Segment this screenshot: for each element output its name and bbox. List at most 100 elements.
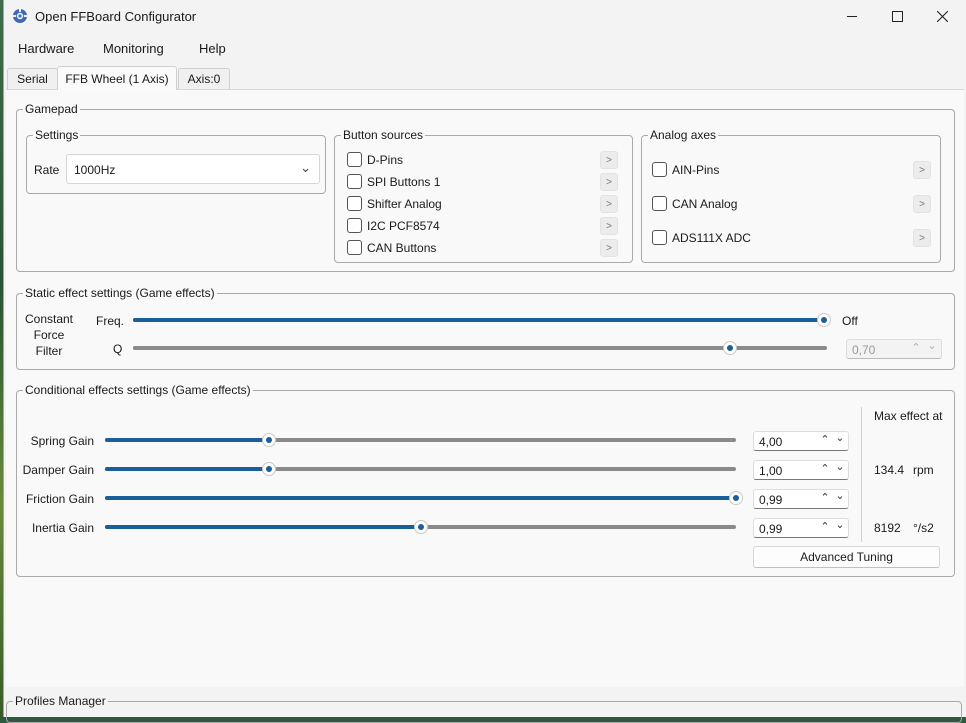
rate-select-value: 1000Hz xyxy=(74,163,116,177)
spring-gain-slider[interactable] xyxy=(105,433,736,447)
damper-gain-label: Damper Gain xyxy=(22,463,94,477)
d-pins-checkbox[interactable] xyxy=(347,152,362,167)
ain-pins-config-button[interactable]: > xyxy=(913,161,931,179)
friction-gain-value: 0,99 xyxy=(759,493,783,507)
minimize-icon xyxy=(847,16,857,17)
ads111x-adc-label: ADS111X ADC xyxy=(672,231,751,245)
spi-buttons-config-button[interactable]: > xyxy=(600,173,618,191)
damper-max-value: 134.4 xyxy=(874,463,905,477)
analog-axes-group: Analog axes AIN-Pins > CAN Analog > ADS1… xyxy=(641,128,941,263)
spin-up-icon[interactable]: ⌃ xyxy=(909,341,923,354)
advanced-tuning-button[interactable]: Advanced Tuning xyxy=(753,546,940,568)
menu-monitoring[interactable]: Monitoring xyxy=(103,41,164,56)
freq-slider-handle[interactable] xyxy=(817,313,831,327)
damper-gain-value: 1,00 xyxy=(759,464,783,478)
conditional-effects-group: Conditional effects settings (Game effec… xyxy=(16,383,955,577)
friction-gain-slider-handle[interactable] xyxy=(729,491,743,505)
spring-gain-slider-fill xyxy=(105,438,270,442)
can-buttons-config-button[interactable]: > xyxy=(600,239,618,257)
friction-gain-label: Friction Gain xyxy=(25,492,94,506)
static-effects-group: Static effect settings (Game effects) Co… xyxy=(16,286,955,370)
minimize-button[interactable] xyxy=(829,0,875,33)
inertia-gain-label: Inertia Gain xyxy=(31,521,94,535)
title-bar: Open FFBoard Configurator xyxy=(4,0,966,33)
q-spinbox[interactable]: 0,70 ⌃ ⌄ xyxy=(846,339,942,359)
tab-bar: Serial FFB Wheel (1 Axis) Axis:0 xyxy=(4,66,966,90)
freq-value-text: Off xyxy=(842,314,858,328)
spring-gain-value: 4,00 xyxy=(759,435,783,449)
menu-help[interactable]: Help xyxy=(199,41,226,56)
rate-select[interactable]: 1000Hz ⌄ xyxy=(66,154,320,184)
spin-down-icon[interactable]: ⌄ xyxy=(833,518,847,531)
constant-label: Constant xyxy=(24,312,74,326)
can-analog-label: CAN Analog xyxy=(672,197,738,211)
friction-gain-spinbox[interactable]: 0,99 ⌃ ⌄ xyxy=(753,489,849,509)
spi-buttons-checkbox[interactable] xyxy=(347,174,362,189)
can-buttons-label: CAN Buttons xyxy=(367,241,437,255)
maximize-button[interactable] xyxy=(874,0,920,33)
ads111x-adc-checkbox[interactable] xyxy=(652,230,667,245)
chevron-down-icon: ⌄ xyxy=(300,160,311,175)
spin-down-icon[interactable]: ⌄ xyxy=(833,431,847,444)
force-label: Force xyxy=(33,328,65,342)
i2c-pcf8574-checkbox[interactable] xyxy=(347,218,362,233)
settings-group: Settings Rate 1000Hz ⌄ xyxy=(26,128,326,194)
spring-gain-spinbox[interactable]: 4,00 ⌃ ⌄ xyxy=(753,431,849,451)
close-button[interactable] xyxy=(919,0,965,33)
inertia-max-value: 8192 xyxy=(874,521,901,535)
profiles-area: Profiles Manager xyxy=(4,687,964,723)
window-title: Open FFBoard Configurator xyxy=(35,9,197,24)
analog-axes-group-title: Analog axes xyxy=(648,128,719,142)
q-spinbox-value: 0,70 xyxy=(852,343,876,357)
damper-gain-spinbox[interactable]: 1,00 ⌃ ⌄ xyxy=(753,460,849,480)
q-slider[interactable] xyxy=(133,341,827,355)
spin-down-icon[interactable]: ⌄ xyxy=(833,489,847,502)
damper-gain-slider-fill xyxy=(105,467,270,471)
damper-gain-slider-handle[interactable] xyxy=(262,462,277,476)
can-buttons-checkbox[interactable] xyxy=(347,240,362,255)
profiles-manager-title: Profiles Manager xyxy=(13,694,108,708)
damper-gain-slider[interactable] xyxy=(105,462,736,476)
shifter-analog-checkbox[interactable] xyxy=(347,196,362,211)
inertia-max-unit: °/s2 xyxy=(913,521,934,535)
i2c-pcf8574-config-button[interactable]: > xyxy=(600,217,618,235)
d-pins-config-button[interactable]: > xyxy=(600,151,618,169)
friction-gain-slider-fill xyxy=(105,496,736,500)
app-logo-icon xyxy=(12,8,28,23)
spring-gain-label: Spring Gain xyxy=(30,434,94,448)
spin-up-icon[interactable]: ⌃ xyxy=(818,520,832,533)
filter-label: Filter xyxy=(35,344,63,358)
d-pins-label: D-Pins xyxy=(367,153,404,167)
spin-up-icon[interactable]: ⌃ xyxy=(818,433,832,446)
tab-serial[interactable]: Serial xyxy=(7,68,58,89)
maximize-icon xyxy=(891,11,903,22)
tab-ffb-wheel[interactable]: FFB Wheel (1 Axis) xyxy=(57,66,177,90)
menu-hardware[interactable]: Hardware xyxy=(18,41,74,56)
q-slider-handle[interactable] xyxy=(722,341,737,355)
ain-pins-checkbox[interactable] xyxy=(652,162,667,177)
freq-slider[interactable] xyxy=(133,313,831,327)
can-analog-checkbox[interactable] xyxy=(652,196,667,211)
inertia-gain-spinbox[interactable]: 0,99 ⌃ ⌄ xyxy=(753,518,849,538)
gamepad-group-title: Gamepad xyxy=(23,102,80,116)
app-window: Open FFBoard Configurator Hardware Monit… xyxy=(3,0,966,723)
spin-down-icon[interactable]: ⌄ xyxy=(833,460,847,473)
friction-gain-slider[interactable] xyxy=(105,491,743,505)
ain-pins-label: AIN-Pins xyxy=(672,163,720,177)
freq-label: Freq. xyxy=(96,314,125,328)
shifter-analog-config-button[interactable]: > xyxy=(600,195,618,213)
q-label: Q xyxy=(113,342,123,356)
spin-up-icon[interactable]: ⌃ xyxy=(818,462,832,475)
menu-bar: Hardware Monitoring Help xyxy=(4,36,966,60)
can-analog-config-button[interactable]: > xyxy=(913,195,931,213)
inertia-gain-slider-handle[interactable] xyxy=(413,520,428,534)
spin-up-icon[interactable]: ⌃ xyxy=(818,491,832,504)
spring-gain-slider-handle[interactable] xyxy=(262,433,277,447)
i2c-pcf8574-label: I2C PCF8574 xyxy=(367,219,440,233)
spin-down-icon[interactable]: ⌄ xyxy=(925,339,939,352)
tab-axis[interactable]: Axis:0 xyxy=(178,68,230,89)
ads111x-adc-config-button[interactable]: > xyxy=(913,229,931,247)
rate-label: Rate xyxy=(34,163,60,177)
inertia-gain-slider[interactable] xyxy=(105,520,736,534)
inertia-gain-slider-fill xyxy=(105,525,421,529)
